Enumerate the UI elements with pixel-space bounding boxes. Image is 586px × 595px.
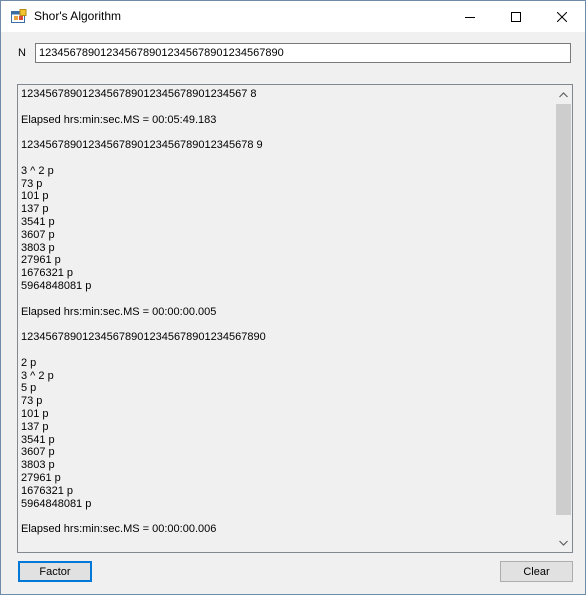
output-line: 3541 p bbox=[21, 215, 55, 228]
output-line: 1676321 p bbox=[21, 267, 73, 280]
output-line: 5964848081 p bbox=[21, 279, 92, 292]
maximize-button[interactable] bbox=[493, 1, 539, 32]
output-line: 5964848081 p bbox=[21, 497, 92, 510]
output-line: 3607 p bbox=[21, 446, 55, 459]
output-line: 3 ^ 2 p bbox=[21, 164, 54, 177]
output-line: 1234567890123456789012345678901234567 8 bbox=[21, 88, 257, 100]
output-line: 27961 p bbox=[21, 254, 61, 267]
output-line: 3541 p bbox=[21, 433, 55, 446]
scroll-thumb[interactable] bbox=[556, 104, 571, 515]
close-icon bbox=[557, 11, 567, 22]
output-line: 1234567890123456789012345678901234567890 bbox=[21, 331, 266, 344]
output-line: 137 p bbox=[21, 203, 49, 216]
app-window-icon bbox=[11, 9, 27, 25]
output-line: Elapsed hrs:min:sec.MS = 00:05:49.183 bbox=[21, 113, 217, 126]
chevron-down-icon bbox=[559, 540, 568, 546]
output-line: 5 p bbox=[21, 382, 37, 395]
clear-button[interactable]: Clear bbox=[500, 561, 573, 582]
output-line: Elapsed hrs:min:sec.MS = 00:00:00.005 bbox=[21, 305, 217, 318]
close-button[interactable] bbox=[539, 1, 585, 32]
output-line: 3607 p bbox=[21, 228, 55, 241]
output-line: 3 ^ 2 p bbox=[21, 369, 54, 382]
output-line: 101 p bbox=[21, 190, 49, 203]
chevron-up-icon bbox=[559, 91, 568, 97]
output-line: 137 p bbox=[21, 420, 49, 433]
output-line: 27961 p bbox=[21, 471, 61, 484]
output-line: 3803 p bbox=[21, 459, 55, 472]
main-window: Shor's Algorithm N 123456789012345678901… bbox=[0, 0, 586, 595]
output-line: 101 p bbox=[21, 407, 49, 420]
output-line: 3803 p bbox=[21, 241, 55, 254]
output-textbox[interactable]: 1234567890123456789012345678901234567 8 E… bbox=[17, 84, 573, 553]
output-line: 73 p bbox=[21, 177, 43, 190]
maximize-icon bbox=[511, 11, 521, 22]
window-title: Shor's Algorithm bbox=[34, 9, 121, 23]
scroll-up-button[interactable] bbox=[555, 86, 572, 103]
output-line: Elapsed hrs:min:sec.MS = 00:00:00.006 bbox=[21, 523, 217, 536]
output-line: 12345678901234567890123456789012345678 9 bbox=[21, 139, 263, 152]
output-line: 2 p bbox=[21, 356, 37, 369]
output-line: 73 p bbox=[21, 395, 43, 408]
title-bar[interactable]: Shor's Algorithm bbox=[1, 1, 585, 32]
factor-button[interactable]: Factor bbox=[18, 561, 92, 582]
minimize-button[interactable] bbox=[447, 1, 493, 32]
scroll-down-button[interactable] bbox=[555, 534, 572, 551]
vertical-scrollbar[interactable] bbox=[555, 86, 572, 551]
minimize-icon bbox=[465, 16, 475, 18]
n-input[interactable] bbox=[35, 43, 571, 63]
output-line: 1676321 p bbox=[21, 484, 73, 497]
output-text: 1234567890123456789012345678901234567 8 E… bbox=[21, 88, 553, 549]
n-label: N bbox=[18, 47, 26, 59]
